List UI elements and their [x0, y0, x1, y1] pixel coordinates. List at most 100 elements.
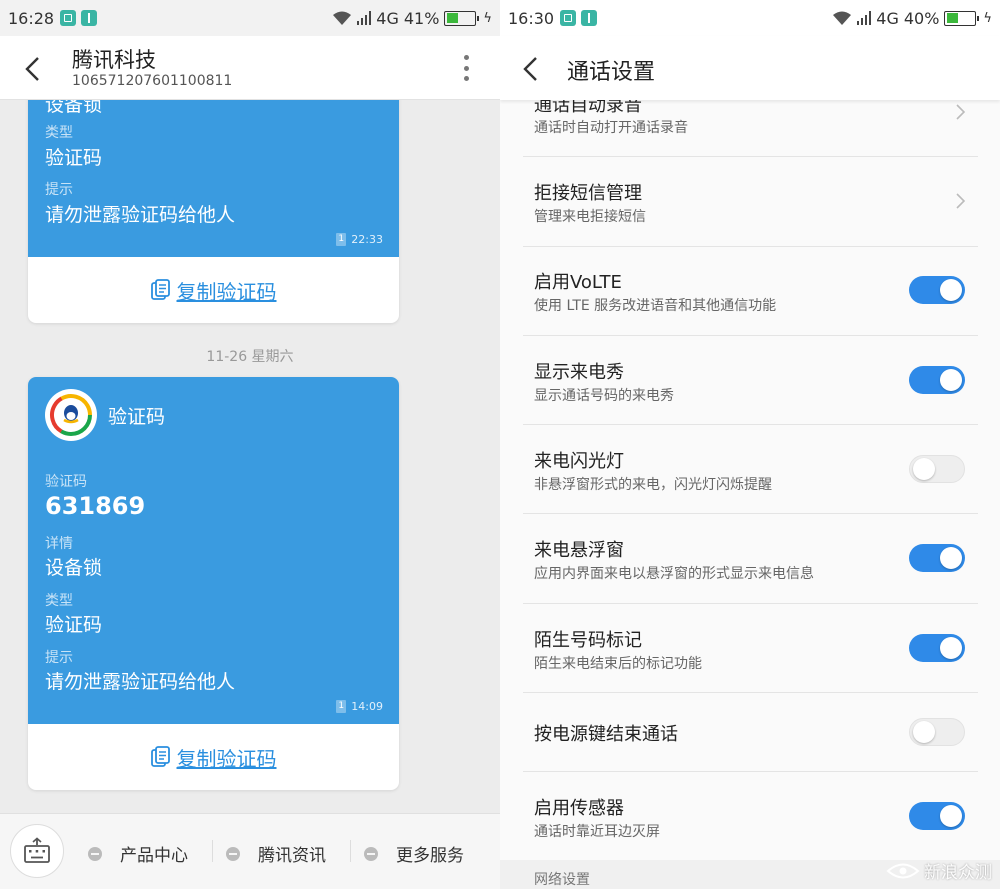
- wifi-icon: [832, 11, 851, 25]
- setting-title: 显示来电秀: [534, 362, 624, 383]
- qq-logo: [45, 389, 97, 441]
- status-bar: 16:30 4G 40% ϟ: [500, 0, 1000, 36]
- menu-icon: [88, 846, 102, 861]
- tip-value: 请勿泄露验证码给他人: [45, 671, 236, 693]
- setting-subtitle: 使用 LTE 服务改进语音和其他通信功能: [534, 298, 777, 314]
- charging-icon: ϟ: [483, 10, 492, 26]
- watermark: 新浪众测: [886, 858, 992, 883]
- setting-row[interactable]: 启用传感器 通话时靠近耳边灭屏: [523, 772, 978, 860]
- setting-row[interactable]: 拒接短信管理管理来电拒接短信: [523, 157, 978, 247]
- call-settings-screen: 通话自动录音 通话时自动打开通话录音 拒接短信管理 管理来电拒接短信 启用VoLTE 使用…: [500, 0, 1000, 889]
- back-button[interactable]: [520, 56, 542, 81]
- copy-icon: [150, 746, 170, 767]
- setting-title: 陌生号码标记: [534, 630, 642, 651]
- menu-label: 腾讯资讯: [258, 846, 326, 866]
- toggle-knob: [913, 721, 935, 743]
- setting-row[interactable]: 来电悬浮窗应用内界面来电以悬浮窗的形式显示来电信息: [523, 514, 978, 604]
- screenshot-notification-icon: [560, 10, 577, 26]
- qq-security-icon: [50, 394, 92, 436]
- sim-badge: 1: [336, 700, 347, 713]
- page-title: 通话设置: [567, 60, 656, 85]
- code-label: 验证码: [45, 474, 87, 490]
- toggle-knob: [940, 369, 962, 391]
- copy-code-button[interactable]: 复制验证码: [28, 724, 399, 790]
- date-separator: 11-26 星期六: [206, 349, 294, 365]
- message-card-2: 验证码 验证码 631869 详情 设备锁 类型 验证码 提示 请勿泄露验证码给…: [28, 377, 399, 790]
- message-time: 14:09: [351, 700, 383, 713]
- copy-code-button[interactable]: 复制验证码: [28, 257, 399, 323]
- type-value: 验证码: [45, 147, 103, 169]
- menu-product-center[interactable]: 产品中心: [88, 841, 188, 866]
- setting-toggle[interactable]: [909, 718, 965, 746]
- setting-subtitle: 应用内界面来电以悬浮窗的形式显示来电信息: [534, 566, 814, 582]
- setting-toggle[interactable]: [909, 276, 965, 304]
- message-card-title: 验证码: [108, 406, 166, 428]
- keyboard-toggle-button[interactable]: [10, 824, 64, 878]
- setting-title: 来电闪光灯: [534, 451, 624, 472]
- setting-title: 来电悬浮窗: [534, 540, 624, 561]
- type-value: 验证码: [45, 614, 103, 636]
- screenshot-notification-icon: [60, 10, 77, 26]
- section-header-network: 网络设置: [534, 872, 590, 888]
- battery-percent: 40%: [903, 8, 940, 28]
- network-type: 4G: [876, 8, 899, 28]
- verification-code: 631869: [45, 492, 146, 520]
- message-meta: 1 22:33: [336, 233, 383, 246]
- back-arrow-icon: [25, 57, 39, 81]
- back-button[interactable]: [22, 56, 44, 81]
- setting-subtitle: 陌生来电结束后的标记功能: [534, 656, 702, 672]
- detail-value: 设备锁: [45, 557, 103, 579]
- setting-toggle[interactable]: [909, 366, 965, 394]
- setting-row[interactable]: 按电源键结束通话: [523, 693, 978, 772]
- setting-toggle[interactable]: [909, 634, 965, 662]
- setting-subtitle: 通话时自动打开通话录音: [534, 120, 688, 136]
- status-icons: 4G 40% ϟ: [832, 9, 992, 28]
- copy-code-label: 复制验证码: [176, 279, 277, 304]
- status-time: 16:28: [8, 8, 55, 28]
- menu-label: 更多服务: [396, 846, 464, 866]
- setting-row[interactable]: 来电闪光灯非悬浮窗形式的来电，闪光灯闪烁提醒: [523, 425, 978, 514]
- more-options-icon[interactable]: [456, 55, 476, 81]
- setting-title: 拒接短信管理: [534, 183, 642, 204]
- service-menu-bar: 产品中心 腾讯资讯 更多服务: [0, 813, 500, 889]
- chevron-right-icon: [956, 104, 966, 120]
- charging-icon: ϟ: [983, 10, 992, 26]
- toggle-knob: [940, 805, 962, 827]
- status-time: 16:30: [508, 8, 555, 28]
- sim-badge: 1: [336, 233, 347, 246]
- status-bar: 16:28 4G 41% ϟ: [0, 0, 500, 36]
- status-icons: 4G 41% ϟ: [332, 9, 492, 28]
- sender-number: 106571207601100811: [72, 73, 233, 89]
- tip-label: 提示: [45, 650, 73, 666]
- setting-subtitle: 显示通话号码的来电秀: [534, 388, 674, 404]
- setting-row[interactable]: 显示来电秀显示通话号码的来电秀: [523, 336, 978, 425]
- setting-row[interactable]: 启用VoLTE 使用 LTE 服务改进语音和其他通信功能: [523, 246, 978, 336]
- copy-icon: [150, 279, 170, 300]
- menu-divider: [212, 840, 213, 862]
- setting-title: 启用VoLTE: [534, 272, 622, 293]
- copy-code-label: 复制验证码: [176, 746, 277, 771]
- signal-icon: [356, 11, 372, 25]
- keyboard-icon: [24, 837, 50, 863]
- menu-more-services[interactable]: 更多服务: [364, 841, 464, 866]
- battery-percent: 41%: [403, 8, 440, 28]
- menu-tencent-news[interactable]: 腾讯资讯: [226, 841, 326, 866]
- tip-label: 提示: [45, 182, 73, 198]
- battery-icon: [444, 10, 480, 26]
- menu-label: 产品中心: [120, 846, 188, 866]
- setting-subtitle: 管理来电拒接短信: [534, 209, 646, 225]
- network-type: 4G: [376, 8, 399, 28]
- setting-row[interactable]: 陌生号码标记陌生来电结束后的标记功能: [523, 604, 978, 693]
- conversation-header: 腾讯科技 106571207601100811: [0, 36, 500, 100]
- setting-toggle[interactable]: [909, 455, 965, 483]
- battery-icon: [944, 10, 980, 26]
- type-label: 类型: [45, 593, 73, 609]
- menu-icon: [226, 846, 240, 861]
- setting-toggle[interactable]: [909, 544, 965, 572]
- type-label: 类型: [45, 125, 73, 141]
- toggle-knob: [940, 547, 962, 569]
- setting-toggle[interactable]: [909, 802, 965, 830]
- toggle-knob: [913, 458, 935, 480]
- watermark-text: 新浪众测: [924, 863, 992, 883]
- setting-subtitle: 非悬浮窗形式的来电，闪光灯闪烁提醒: [534, 477, 772, 493]
